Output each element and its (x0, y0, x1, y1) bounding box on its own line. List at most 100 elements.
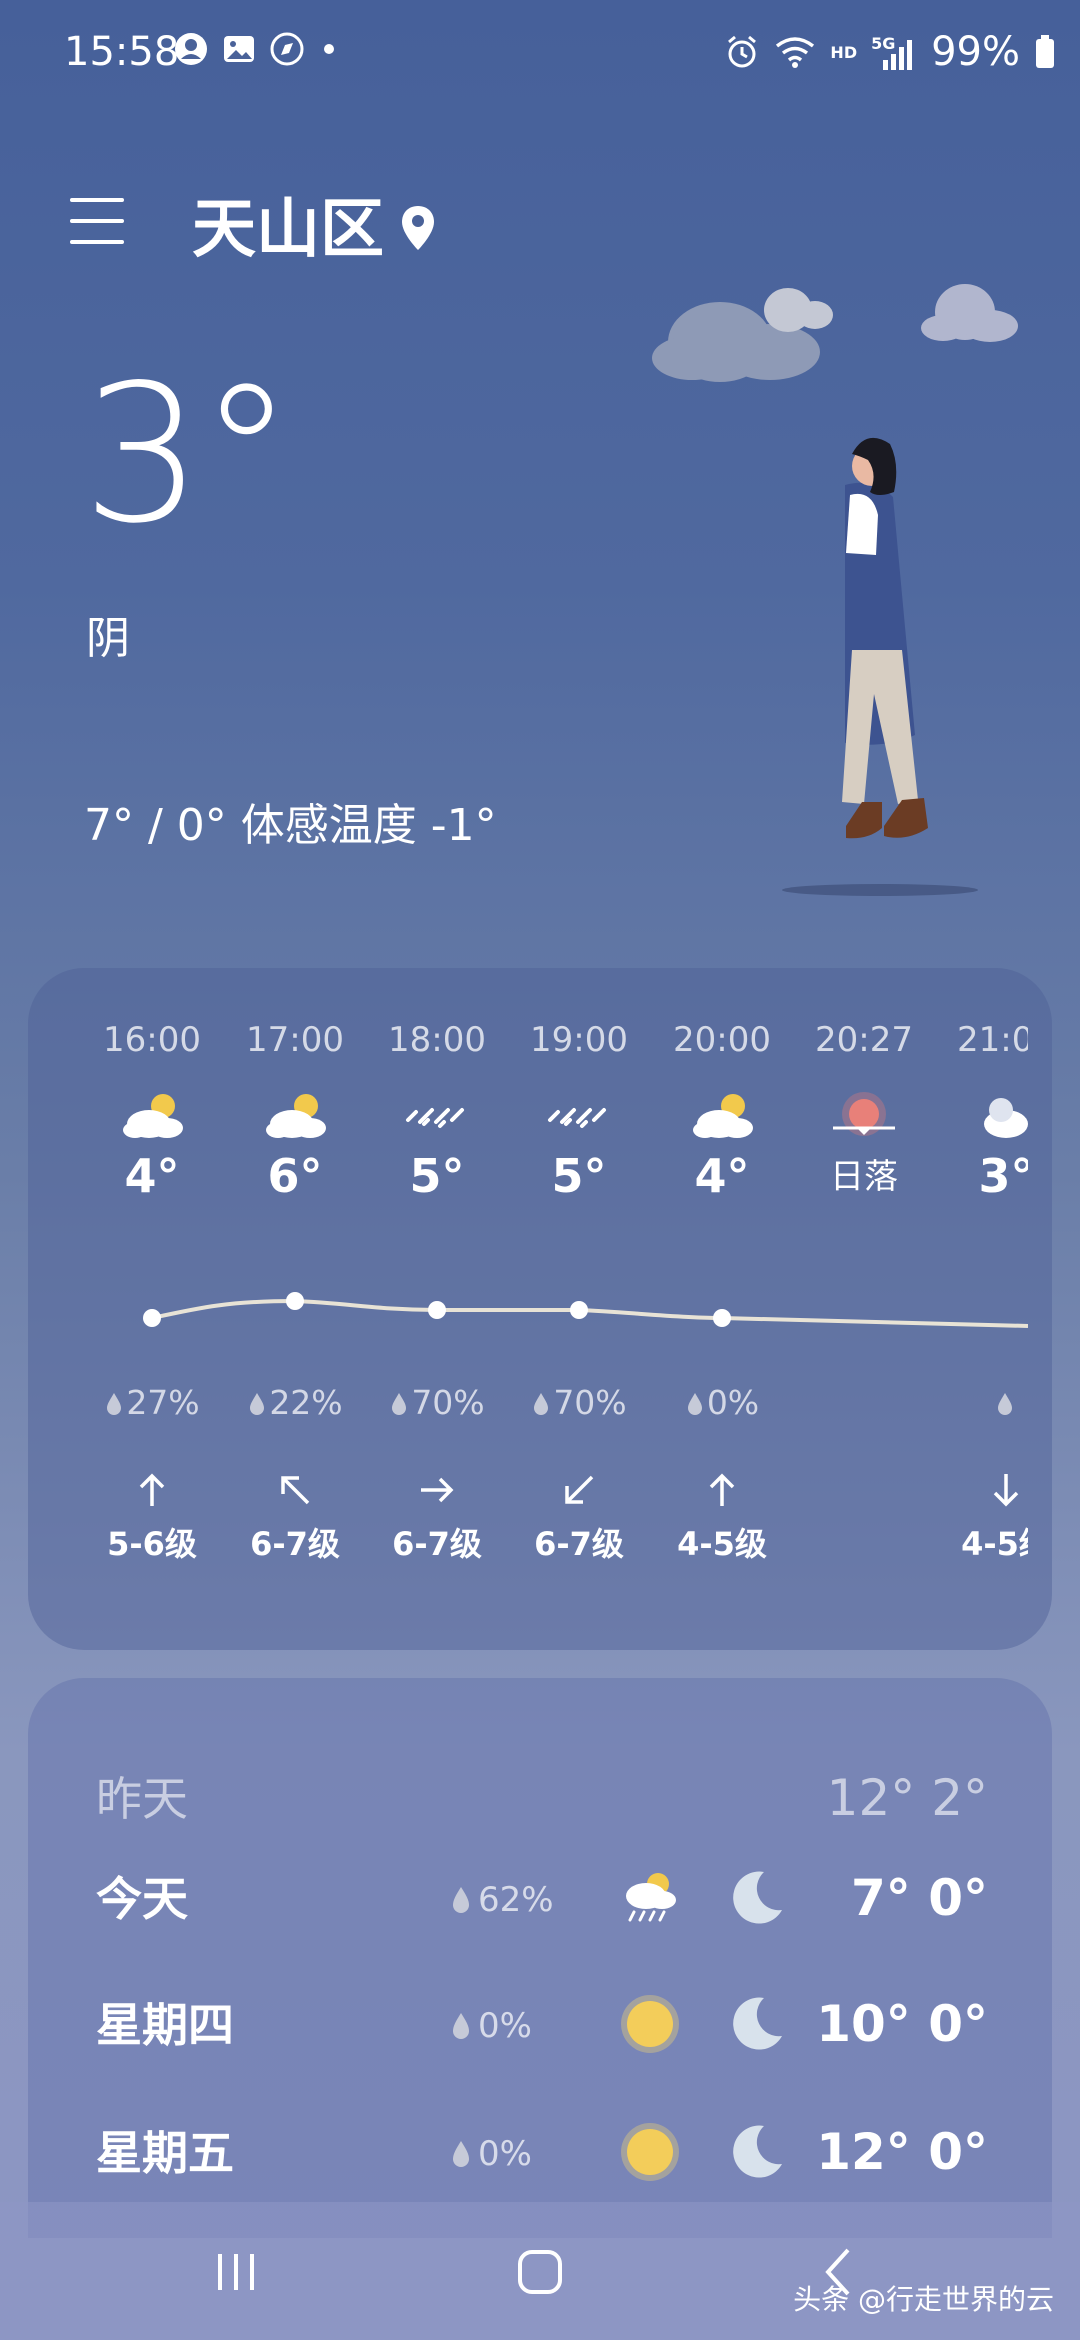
dot-icon (324, 44, 334, 54)
hour-time: 18:00 (388, 1020, 486, 1060)
hour-precipitation: 0% (652, 1380, 792, 1426)
precip-value: 62% (478, 1880, 554, 1920)
day-temps: 7° 0° (851, 1869, 988, 1927)
daily-row[interactable]: 星期四 0% 10° 0° (28, 1974, 1052, 2074)
hour-temperature: 4° (124, 1149, 180, 1203)
recent-apps-icon[interactable] (196, 2242, 276, 2302)
raindrop-icon (250, 1393, 265, 1415)
temperature-trend-line (151, 1298, 1028, 1328)
partly-cloudy-day-icon (266, 1094, 326, 1138)
signal-icon (883, 40, 913, 70)
hour-wind: 6-7级 (250, 1525, 340, 1563)
raindrop-icon (998, 1393, 1012, 1415)
daily-row-yesterday[interactable]: 昨天 12° 2° (28, 1748, 1052, 1848)
weather-illustration (652, 284, 1018, 896)
hour-precipitation: 70% (509, 1380, 649, 1426)
precip-value: 22% (269, 1383, 343, 1422)
account-icon (175, 33, 207, 65)
daily-forecast-card[interactable]: 昨天 12° 2° 今天 62% 7° 0° 星期四 0% 10° 0° 星期五… (28, 1678, 1052, 2238)
current-temperature: 3° (82, 344, 294, 565)
hourly-scroll[interactable]: 16:00 4° 27% 5-6级 17:00 6° 22% 6-7级 18:0… (28, 968, 1028, 1650)
hour-wind: 5-6级 (107, 1525, 197, 1563)
sunset-icon (833, 1092, 895, 1136)
sunset-label: 日落 (830, 1157, 898, 1197)
northwest-arrow-icon (281, 1476, 310, 1505)
hour-time: 21:00 (957, 1020, 1028, 1060)
hour-wind: 4-5级 (961, 1525, 1028, 1563)
daily-row[interactable]: 星期五 0% 12° 0° (28, 2102, 1052, 2202)
home-icon[interactable] (500, 2242, 580, 2302)
compass-icon (270, 32, 304, 66)
raindrop-icon (392, 1393, 407, 1415)
status-bar: 15:58 HD 5G 99% (0, 0, 1080, 100)
moon-icon (984, 1098, 1028, 1138)
sun-icon (621, 2123, 679, 2181)
hour-temperature: 5° (409, 1149, 465, 1203)
signal-group: 5G (871, 34, 917, 70)
precip-value: 0% (706, 1383, 760, 1422)
day-temps: 12° 2° (826, 1769, 988, 1827)
raindrop-icon (453, 1887, 469, 1913)
location-pin-icon[interactable] (400, 204, 436, 252)
north-arrow-icon (139, 1473, 165, 1506)
day-name: 星期四 (96, 1998, 234, 2052)
battery-icon (1036, 35, 1054, 68)
day-temps: 12° 0° (816, 2123, 988, 2181)
alarm-icon (728, 35, 757, 68)
person-figure (782, 437, 978, 896)
hd-label: HD (830, 42, 858, 62)
temperature-point (428, 1301, 446, 1319)
rain-icon (548, 1108, 606, 1128)
day-name: 星期五 (96, 2126, 234, 2180)
daily-row[interactable]: 今天 62% 7° 0° (28, 1848, 1052, 1948)
gallery-icon (224, 36, 254, 62)
temperature-point (713, 1309, 731, 1327)
hour-precipitation: 22% (225, 1380, 365, 1426)
hour-precipitation (936, 1380, 1028, 1426)
temperature-point (143, 1309, 161, 1327)
south-arrow-icon (993, 1474, 1019, 1507)
day-precipitation: 0% (450, 2128, 532, 2180)
day-name: 昨天 (96, 1772, 188, 1826)
menu-line (70, 198, 124, 202)
day-precipitation: 0% (450, 2000, 532, 2052)
day-name: 今天 (96, 1872, 188, 1926)
rain-cloud-sun-icon (626, 1873, 676, 1922)
hour-time: 20:27 (815, 1020, 913, 1060)
raindrop-icon (453, 2013, 469, 2039)
location-title[interactable]: 天山区 (192, 192, 384, 268)
raindrop-icon (687, 1393, 702, 1415)
menu-button[interactable] (70, 198, 124, 244)
precip-value: 0% (478, 2006, 532, 2046)
hour-time: 16:00 (103, 1020, 201, 1060)
day-precipitation: 62% (450, 1874, 554, 1926)
battery-percent: 99% (931, 29, 1020, 75)
raindrop-icon (453, 2141, 469, 2167)
cloud-large-icon (652, 288, 833, 382)
temperature-point (286, 1292, 304, 1310)
hourly-forecast-card[interactable]: 16:00 4° 27% 5-6级 17:00 6° 22% 6-7级 18:0… (28, 968, 1052, 1650)
hour-temperature: 6° (267, 1149, 323, 1203)
hour-wind: 4-5级 (677, 1525, 767, 1563)
hour-time: 17:00 (246, 1020, 344, 1060)
menu-line (70, 240, 124, 244)
hour-temperature: 5° (551, 1149, 607, 1203)
precip-value: 0% (478, 2134, 532, 2174)
status-notification-icons (174, 32, 340, 66)
partly-cloudy-day-icon (123, 1094, 183, 1138)
raindrop-icon (107, 1393, 122, 1415)
precip-value: 70% (553, 1383, 627, 1422)
hour-time: 19:00 (530, 1020, 628, 1060)
east-arrow-icon (421, 1477, 454, 1503)
hour-precipitation: 70% (367, 1380, 507, 1426)
day-temps: 10° 0° (816, 1995, 988, 2053)
sun-icon (621, 1995, 679, 2053)
partly-cloudy-day-icon (693, 1094, 753, 1138)
status-system-icons: HD 5G 99% (724, 24, 1056, 80)
hour-precipitation: 27% (82, 1380, 222, 1426)
menu-line (70, 219, 124, 223)
north-arrow-icon (709, 1473, 735, 1506)
moon-icon (733, 1997, 782, 2050)
current-condition: 阴 (86, 613, 130, 664)
hour-time: 20:00 (673, 1020, 771, 1060)
